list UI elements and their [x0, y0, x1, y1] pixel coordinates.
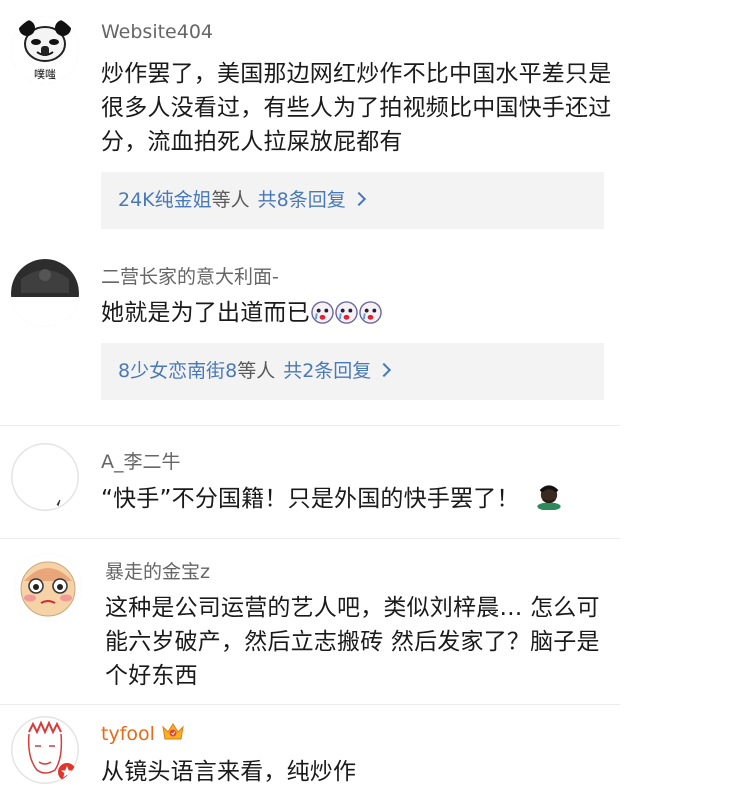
comment-text: 这种是公司运营的艺人吧，类似刘梓晨… 怎么可能六岁破产，然后立志搬砖 然后发家了…: [105, 595, 600, 689]
comment-text: 从镜头语言来看，纯炒作: [101, 759, 357, 785]
comment-text: 她就是为了出道而已: [101, 296, 613, 330]
reply-count[interactable]: 共8条回复: [258, 189, 346, 211]
comment-username[interactable]: tyfool: [101, 721, 185, 745]
crying-face-icon: [335, 301, 358, 324]
blank-avatar-icon: [11, 443, 79, 511]
avatar[interactable]: [14, 553, 82, 621]
reply-names[interactable]: 24K纯金姐: [118, 189, 212, 211]
reply-mid-text: 等人: [211, 189, 250, 211]
chevron-right-icon: [377, 362, 392, 378]
comment-username[interactable]: 二营长家的意大利面-: [101, 262, 279, 289]
avatar[interactable]: 噗嗤: [11, 16, 79, 84]
sketch-face-avatar-icon: [11, 716, 79, 784]
comment-text: 炒作罢了，美国那边网红炒作不比中国水平差只是很多人没看过，有些人为了拍视频比中国…: [101, 61, 612, 155]
avatar[interactable]: [11, 716, 79, 784]
comment-item: A_李二牛 “快手”不分国籍！只是外国的快手罢了！: [0, 426, 620, 538]
comment-item: 噗嗤 Website404 炒作罢了，美国那边网红炒作不比中国水平差只是很多人没…: [0, 0, 620, 240]
avatar[interactable]: [11, 259, 79, 327]
reply-summary[interactable]: 8少女恋南街8等人 共2条回复: [101, 343, 604, 400]
comment-text-body: “快手”不分国籍！只是外国的快手罢了！: [101, 486, 520, 512]
avatar-caption: 噗嗤: [34, 68, 56, 81]
avatar[interactable]: [11, 443, 79, 511]
reply-count[interactable]: 共2条回复: [283, 360, 371, 382]
facepalm-person-icon: [537, 485, 561, 510]
chevron-right-icon: [351, 191, 366, 207]
comment-item: tyfool 从镜头语言来看，纯炒作: [0, 705, 620, 808]
reply-names[interactable]: 8少女恋南街8: [118, 360, 237, 382]
comment-username[interactable]: A_李二牛: [101, 447, 181, 474]
comment-item: 二营长家的意大利面- 她就是为了出道而已 8少女恋南街8等人 共2条回复: [0, 240, 620, 425]
comment-text: “快手”不分国籍！只是外国的快手罢了！: [101, 482, 613, 516]
comment-item: 暴走的金宝z 这种是公司运营的艺人吧，类似刘梓晨… 怎么可能六岁破产，然后立志搬…: [0, 539, 620, 704]
crying-face-icon: [311, 301, 334, 324]
cartoon-face-avatar-icon: [14, 553, 82, 621]
dark-photo-avatar-icon: [11, 259, 79, 327]
reply-summary[interactable]: 24K纯金姐等人 共8条回复: [101, 172, 604, 229]
comment-text-body: 她就是为了出道而已: [101, 300, 310, 326]
comment-username[interactable]: Website404: [101, 21, 213, 43]
crown-vip-badge-icon: [162, 723, 184, 740]
reply-mid-text: 等人: [237, 360, 276, 382]
vip-username[interactable]: tyfool: [101, 723, 155, 745]
crying-face-icon: [359, 301, 382, 324]
comment-username[interactable]: 暴走的金宝z: [105, 557, 210, 584]
